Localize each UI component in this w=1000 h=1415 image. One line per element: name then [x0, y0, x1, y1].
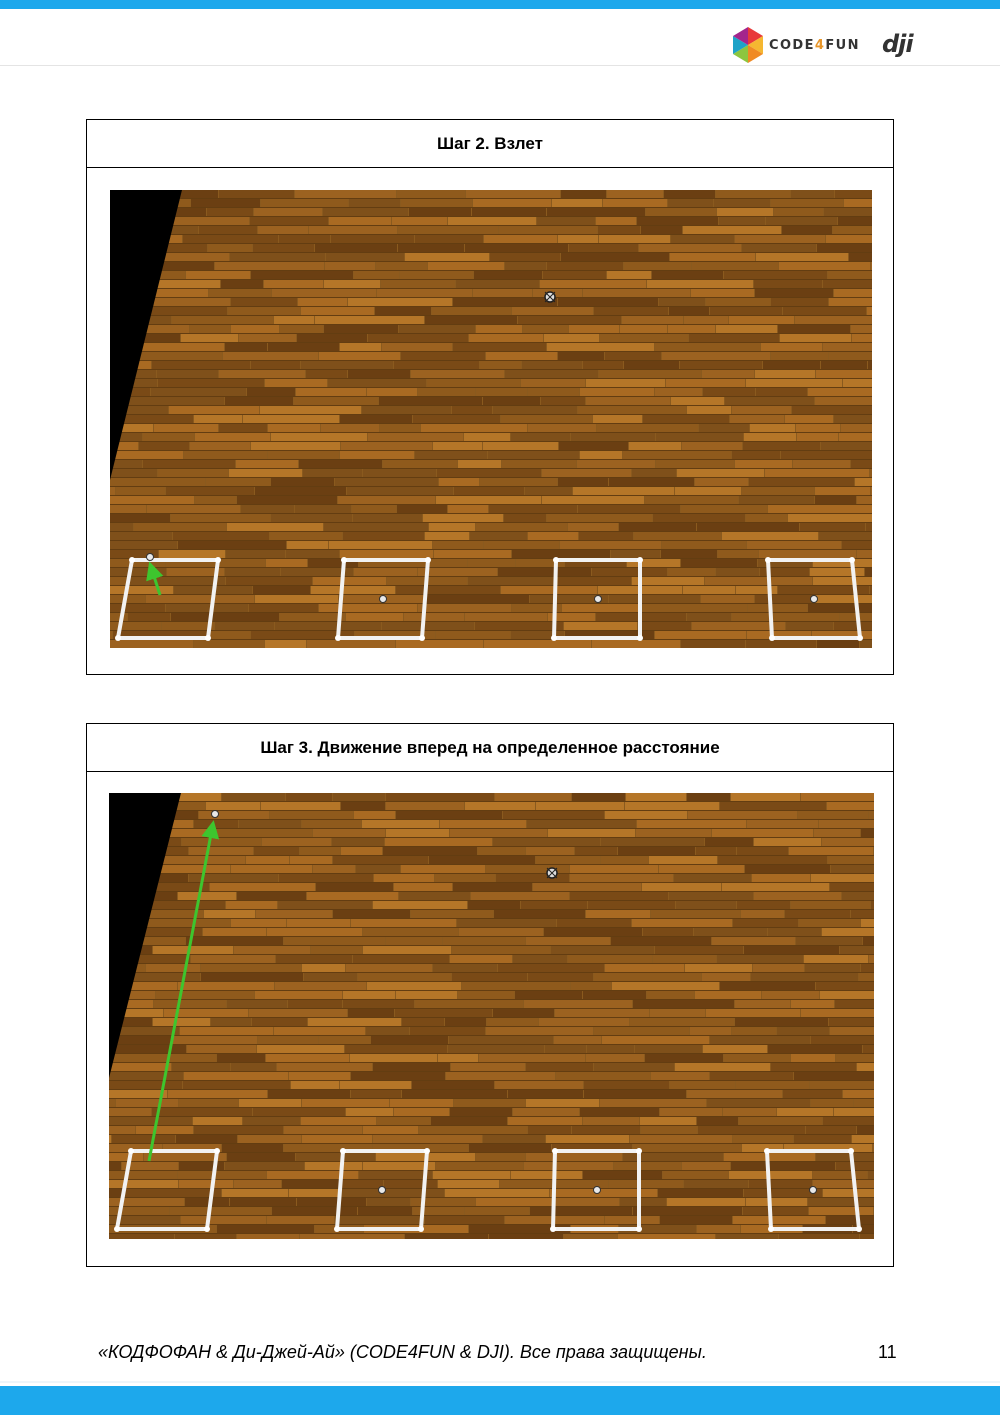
drone-icon	[809, 1186, 817, 1194]
drone-icon	[146, 553, 154, 561]
step-2-scene	[110, 190, 872, 648]
target-marker-icon	[544, 291, 556, 303]
step-3-image	[109, 793, 874, 1239]
code4fun-wordmark: CODE4FUN	[769, 37, 860, 53]
top-accent-bar	[0, 0, 1000, 9]
step-3-title: Шаг 3. Движение вперед на определенное р…	[87, 724, 893, 772]
drone-icon	[378, 1186, 386, 1194]
step-2-box: Шаг 2. Взлет	[86, 119, 894, 675]
step-3-box: Шаг 3. Движение вперед на определенное р…	[86, 723, 894, 1267]
footer-copyright: «КОДФОФАН & Ди-Джей-Ай» (CODE4FUN & DJI)…	[98, 1342, 707, 1362]
target-marker-icon	[546, 867, 558, 879]
page-number: 11	[878, 1342, 897, 1362]
footer-divider	[0, 1381, 1000, 1383]
drone-icon	[810, 595, 818, 603]
wood-planks	[110, 190, 872, 648]
bottom-accent-bar	[0, 1386, 1000, 1415]
code4fun-hexagon-icon	[733, 27, 763, 63]
step-2-image	[110, 190, 872, 648]
code4fun-logo: CODE4FUN	[733, 26, 860, 64]
drone-icon	[211, 810, 219, 818]
dji-logo: dji	[882, 30, 914, 58]
header-divider	[0, 65, 1000, 66]
drone-icon	[379, 595, 387, 603]
wood-planks	[109, 793, 874, 1239]
step-3-scene	[109, 793, 874, 1239]
drone-icon	[593, 1186, 601, 1194]
step-2-title: Шаг 2. Взлет	[87, 120, 893, 168]
drone-icon	[594, 595, 602, 603]
